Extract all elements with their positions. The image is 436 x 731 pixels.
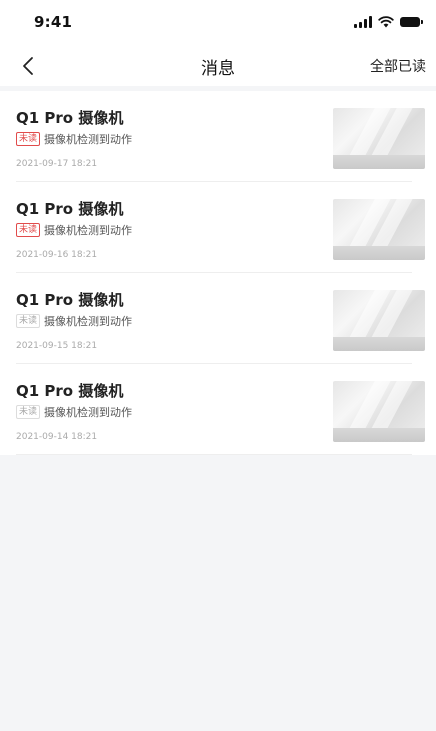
status-bar: 9:41: [0, 0, 436, 46]
message-desc: 摄像机检测到动作: [44, 315, 133, 328]
thumbnail-image: [333, 199, 425, 260]
message-line: 未读 摄像机检测到动作: [16, 131, 132, 147]
divider: [16, 454, 412, 455]
messages-screen: 9:41 消息 全部已读 Q1 Pro 摄像机 未读 摄像机检测到动作 2021…: [0, 0, 436, 731]
list-item[interactable]: Q1 Pro 摄像机 未读 摄像机检测到动作 2021-09-16 18:21: [0, 182, 436, 273]
message-date: 2021-09-15 18:21: [16, 341, 98, 351]
list-item[interactable]: Q1 Pro 摄像机 未读 摄像机检测到动作 2021-09-17 18:21: [0, 91, 436, 182]
unread-tag: 未读: [16, 223, 41, 237]
nav-bar: 消息 全部已读: [0, 46, 436, 86]
thumbnail-image: [333, 108, 425, 169]
signal-icon: [354, 16, 372, 28]
message-date: 2021-09-14 18:21: [16, 432, 98, 442]
wifi-icon: [378, 16, 394, 28]
message-line: 未读 摄像机检测到动作: [16, 313, 132, 329]
message-line: 未读 摄像机检测到动作: [16, 404, 132, 420]
read-tag: 未读: [16, 405, 41, 419]
status-time: 9:41: [34, 13, 73, 31]
list-item[interactable]: Q1 Pro 摄像机 未读 摄像机检测到动作 2021-09-14 18:21: [0, 364, 436, 455]
message-title: Q1 Pro 摄像机: [16, 109, 124, 127]
message-date: 2021-09-16 18:21: [16, 250, 98, 260]
battery-icon: [400, 17, 423, 27]
message-title: Q1 Pro 摄像机: [16, 382, 124, 400]
message-list: Q1 Pro 摄像机 未读 摄像机检测到动作 2021-09-17 18:21 …: [0, 91, 436, 455]
message-desc: 摄像机检测到动作: [44, 133, 133, 146]
unread-tag: 未读: [16, 132, 41, 146]
message-date: 2021-09-17 18:21: [16, 159, 98, 169]
read-tag: 未读: [16, 314, 41, 328]
thumbnail-image: [333, 381, 425, 442]
message-title: Q1 Pro 摄像机: [16, 291, 124, 309]
message-desc: 摄像机检测到动作: [44, 224, 133, 237]
message-line: 未读 摄像机检测到动作: [16, 222, 132, 238]
mark-all-read-button[interactable]: 全部已读: [370, 56, 426, 76]
status-icons: [354, 15, 423, 29]
list-item[interactable]: Q1 Pro 摄像机 未读 摄像机检测到动作 2021-09-15 18:21: [0, 273, 436, 364]
message-desc: 摄像机检测到动作: [44, 406, 133, 419]
message-title: Q1 Pro 摄像机: [16, 200, 124, 218]
thumbnail-image: [333, 290, 425, 351]
